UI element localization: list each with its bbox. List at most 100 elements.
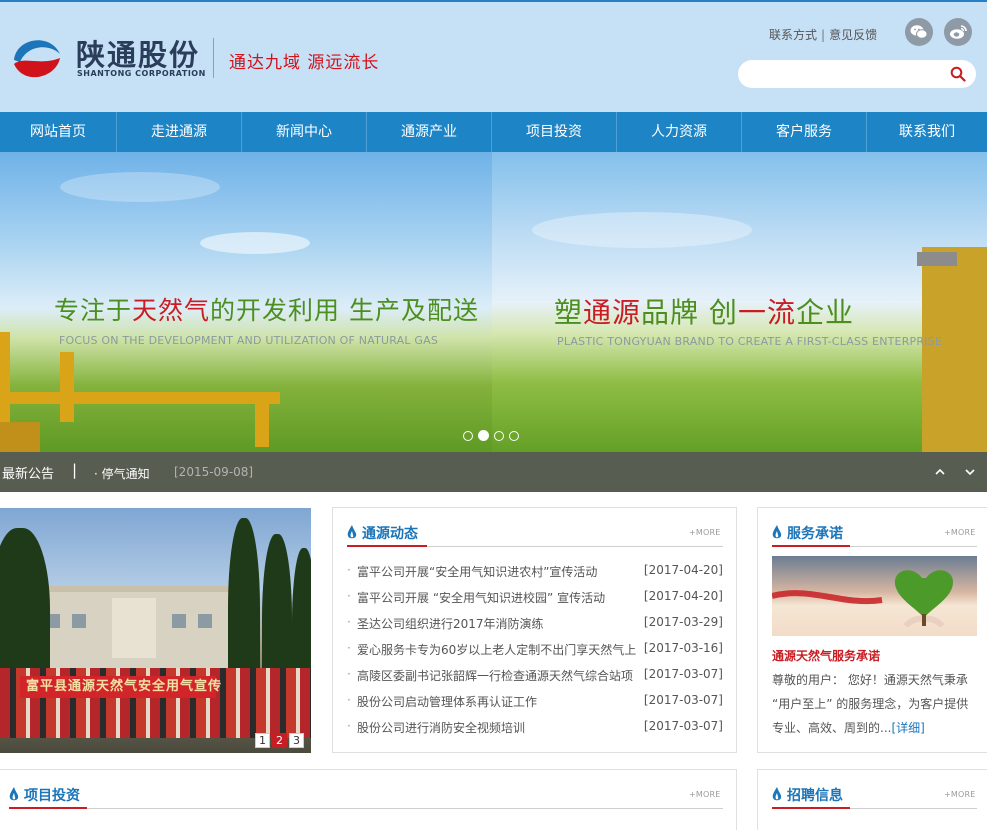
photo-banner-text: 富平县通源天然气安全用气宣传 bbox=[20, 676, 221, 698]
news-item[interactable]: · 股份公司启动管理体系再认证工作 [2017-03-07] bbox=[347, 690, 723, 716]
news-item-title[interactable]: 股份公司进行消防安全视频培训 bbox=[357, 719, 525, 736]
wechat-button[interactable] bbox=[905, 18, 933, 46]
headline-part: 塑 bbox=[554, 296, 584, 329]
top-links: 联系方式 | 意见反馈 bbox=[769, 26, 877, 43]
banner-dot-4[interactable] bbox=[509, 431, 519, 441]
news-item-date: [2017-03-07] bbox=[643, 693, 723, 707]
projects-more-link[interactable]: +MORE bbox=[689, 790, 721, 799]
title-accent-line bbox=[9, 807, 87, 809]
recruitment-more-link[interactable]: +MORE bbox=[944, 790, 976, 799]
gas-pipe-image bbox=[255, 392, 269, 447]
promise-heading-link[interactable]: 通源天然气服务承诺 bbox=[772, 647, 880, 664]
promise-more-link[interactable]: +MORE bbox=[944, 528, 976, 537]
bullet: · bbox=[347, 615, 351, 629]
news-item[interactable]: · 富平公司开展“安全用气知识进农村”宣传活动 [2017-04-20] bbox=[347, 560, 723, 586]
banner-dot-2[interactable] bbox=[478, 430, 489, 441]
window-shape bbox=[198, 614, 212, 628]
bullet: · bbox=[347, 719, 351, 733]
photo-page-1[interactable]: 1 bbox=[255, 733, 270, 748]
news-item-title[interactable]: 富平公司开展 “安全用气知识进校园” 宣传活动 bbox=[357, 589, 605, 606]
news-item[interactable]: · 股份公司进行消防安全视频培训 [2017-03-07] bbox=[347, 716, 723, 742]
logo-chinese-name[interactable]: 陕通股份 bbox=[76, 32, 200, 74]
nav-item-hr[interactable]: 人力资源 bbox=[617, 112, 742, 152]
news-box-title[interactable]: 通源动态 bbox=[347, 523, 418, 543]
photo-page-2[interactable]: 2 bbox=[272, 733, 287, 748]
search-icon[interactable] bbox=[950, 66, 966, 82]
banner-slide-1-headline: 专注于天然气的开发利用 生产及配送 bbox=[54, 291, 479, 327]
photo-pager: 1 2 3 bbox=[255, 733, 304, 748]
title-divider bbox=[9, 808, 723, 809]
flame-icon bbox=[347, 525, 357, 539]
news-item[interactable]: · 圣达公司组织进行2017年消防演练 [2017-03-29] bbox=[347, 612, 723, 638]
hero-banner[interactable]: 专注于天然气的开发利用 生产及配送 FOCUS ON THE DEVELOPME… bbox=[0, 152, 987, 492]
gas-pipe-image bbox=[922, 247, 987, 452]
service-promise-box: 服务承诺 +MORE 通源天然气服务承诺 尊敬的用户： 您好！通源天然气秉承 “… bbox=[757, 507, 987, 753]
flame-icon bbox=[772, 787, 782, 801]
news-item-title[interactable]: 股份公司启动管理体系再认证工作 bbox=[357, 693, 537, 710]
nav-item-investment[interactable]: 项目投资 bbox=[492, 112, 617, 152]
cloud-shape bbox=[200, 232, 310, 254]
news-box-title-text: 通源动态 bbox=[362, 526, 418, 542]
gas-pipe-image bbox=[0, 392, 280, 404]
promise-image[interactable] bbox=[772, 556, 977, 636]
projects-box-title[interactable]: 项目投资 bbox=[9, 785, 80, 805]
bullet: · bbox=[347, 693, 351, 707]
nav-item-about[interactable]: 走进通源 bbox=[117, 112, 242, 152]
nav-item-contact[interactable]: 联系我们 bbox=[867, 112, 987, 152]
news-item-title[interactable]: 爱心服务卡专为60岁以上老人定制不出门享天然气上 bbox=[357, 641, 636, 658]
headline-part: 品牌 创 bbox=[641, 296, 738, 329]
news-item[interactable]: · 爱心服务卡专为60岁以上老人定制不出门享天然气上 [2017-03-16] bbox=[347, 638, 723, 664]
recruitment-box-title[interactable]: 招聘信息 bbox=[772, 785, 843, 805]
site-header: 陕通股份 SHANTONG CORPORATION 通达九域 源远流长 联系方式… bbox=[0, 0, 987, 112]
chevron-up-icon[interactable] bbox=[934, 466, 946, 478]
chevron-down-icon[interactable] bbox=[964, 466, 976, 478]
nav-item-news[interactable]: 新闻中心 bbox=[242, 112, 367, 152]
window-shape bbox=[72, 614, 86, 628]
nav-item-home[interactable]: 网站首页 bbox=[0, 112, 117, 152]
flame-icon bbox=[9, 787, 19, 801]
logo-icon[interactable] bbox=[10, 30, 64, 84]
banner-dot-3[interactable] bbox=[494, 431, 504, 441]
photo-page-3[interactable]: 3 bbox=[289, 733, 304, 748]
news-item-title[interactable]: 圣达公司组织进行2017年消防演练 bbox=[357, 615, 544, 632]
news-item-title[interactable]: 富平公司开展“安全用气知识进农村”宣传活动 bbox=[357, 563, 597, 580]
news-item[interactable]: · 富平公司开展 “安全用气知识进校园” 宣传活动 [2017-04-20] bbox=[347, 586, 723, 612]
top-links-divider: | bbox=[821, 28, 826, 42]
headline-part: 通源 bbox=[583, 296, 642, 329]
headline-part: 一流 bbox=[737, 296, 796, 329]
notice-divider: | bbox=[72, 461, 78, 479]
notice-item-link[interactable]: · 停气通知 bbox=[94, 465, 150, 482]
photo-carousel[interactable]: 富平县通源天然气安全用气宣传 1 2 3 bbox=[0, 508, 311, 753]
title-accent-line bbox=[772, 807, 850, 809]
weibo-button[interactable] bbox=[944, 18, 972, 46]
nav-item-industry[interactable]: 通源产业 bbox=[367, 112, 492, 152]
news-more-link[interactable]: +MORE bbox=[689, 528, 721, 537]
news-item-date: [2017-03-07] bbox=[643, 667, 723, 681]
banner-slide-2[interactable]: 塑通源品牌 创一流企业 PLASTIC TONGYUAN BRAND TO CR… bbox=[492, 152, 987, 452]
news-item-title[interactable]: 高陵区委副书记张韶辉一行检查通源天然气综合站项 bbox=[357, 667, 633, 684]
feedback-link[interactable]: 意见反馈 bbox=[829, 28, 877, 42]
bullet: · bbox=[347, 589, 351, 603]
news-item-date: [2017-04-20] bbox=[643, 563, 723, 577]
contact-link[interactable]: 联系方式 bbox=[769, 28, 817, 42]
main-nav: 网站首页 走进通源 新闻中心 通源产业 项目投资 人力资源 客户服务 联系我们 bbox=[0, 112, 987, 152]
news-box: 通源动态 +MORE · 富平公司开展“安全用气知识进农村”宣传活动 [2017-0… bbox=[332, 507, 737, 753]
headline-part: 企业 bbox=[795, 296, 854, 329]
promise-box-title[interactable]: 服务承诺 bbox=[772, 523, 843, 543]
window-shape bbox=[112, 598, 156, 658]
notice-date: [2015-09-08] bbox=[174, 465, 254, 479]
banner-slide-1[interactable]: 专注于天然气的开发利用 生产及配送 FOCUS ON THE DEVELOPME… bbox=[0, 152, 492, 452]
title-accent-line bbox=[772, 545, 850, 547]
news-item-date: [2017-03-07] bbox=[643, 719, 723, 733]
news-item-date: [2017-03-16] bbox=[643, 641, 723, 655]
news-item[interactable]: · 高陵区委副书记张韶辉一行检查通源天然气综合站项 [2017-03-07] bbox=[347, 664, 723, 690]
nav-item-service[interactable]: 客户服务 bbox=[742, 112, 867, 152]
promise-detail-link[interactable]: [详细] bbox=[891, 721, 924, 735]
gas-pipe-image bbox=[917, 252, 957, 266]
banner-dot-1[interactable] bbox=[463, 431, 473, 441]
bullet: · bbox=[347, 563, 351, 577]
search-input[interactable] bbox=[738, 60, 976, 88]
banner-slide-1-subtitle: FOCUS ON THE DEVELOPMENT AND UTILIZATION… bbox=[59, 334, 439, 347]
logo-english-name[interactable]: SHANTONG CORPORATION bbox=[77, 69, 206, 78]
banner-slide-2-headline: 塑通源品牌 创一流企业 bbox=[554, 291, 854, 331]
